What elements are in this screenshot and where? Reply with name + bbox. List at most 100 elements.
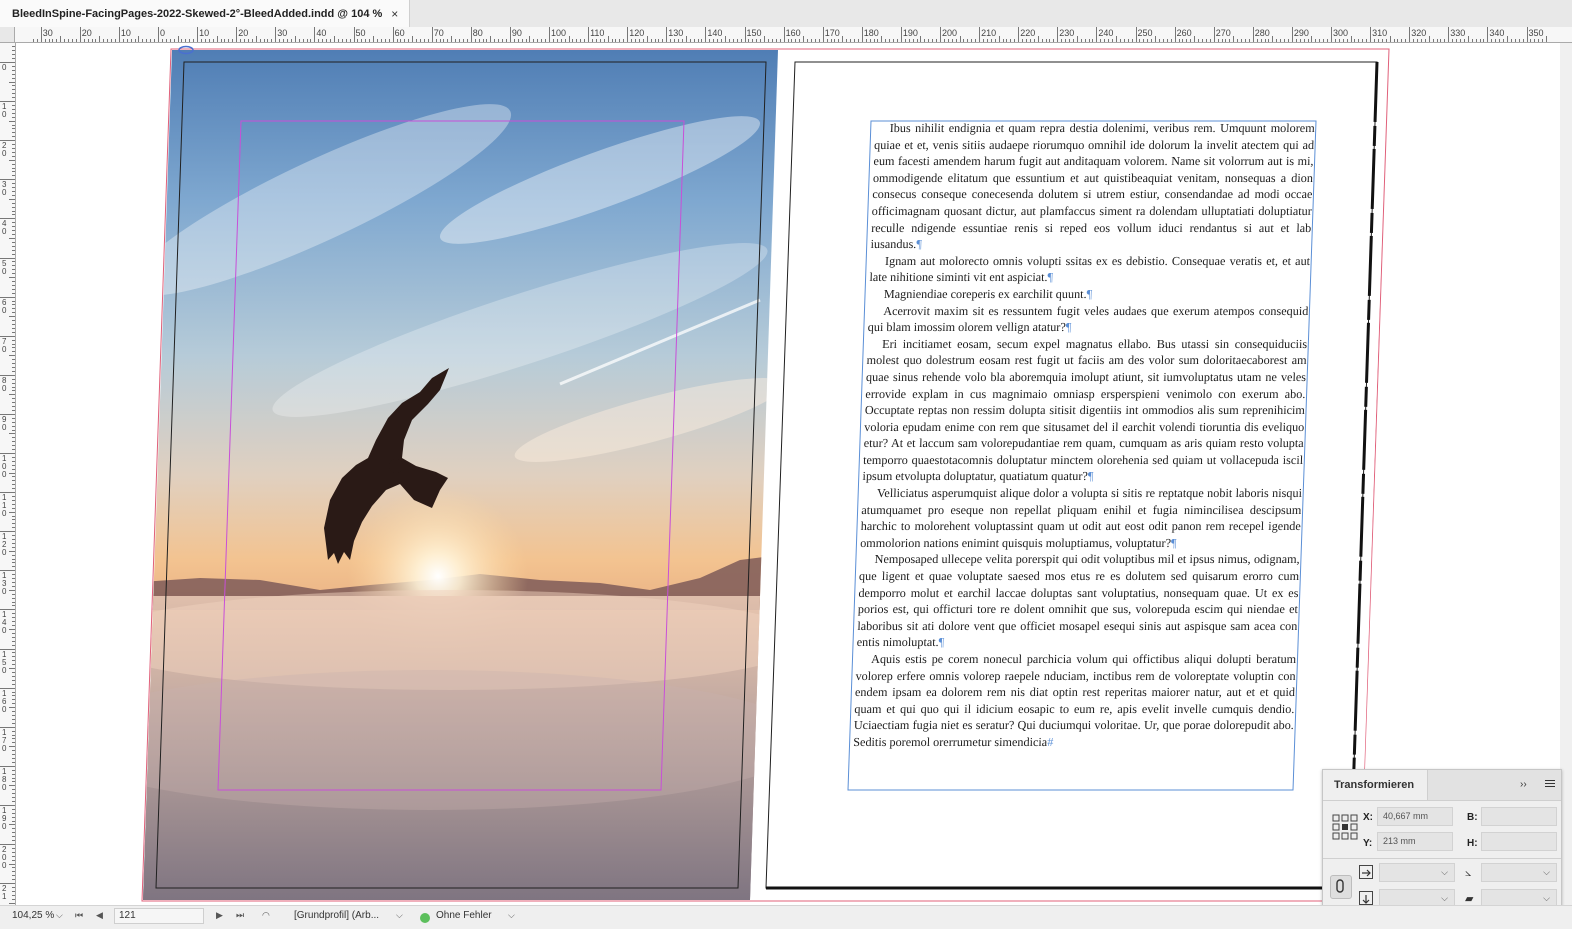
rotation-dropdown[interactable]: ⌵ xyxy=(1481,863,1557,882)
document-tab[interactable]: BleedInSpine-FacingPages-2022-Skewed-2°-… xyxy=(0,0,410,27)
ruler-tick xyxy=(717,39,719,42)
ruler-tick xyxy=(592,39,593,42)
eagle-sunset-photo[interactable] xyxy=(50,48,810,905)
constrain-proportions-icon[interactable] xyxy=(1330,875,1352,899)
ruler-tick xyxy=(1479,39,1481,42)
next-page-icon[interactable]: ▶ xyxy=(216,910,223,921)
ruler-tick xyxy=(795,39,797,42)
width-field[interactable] xyxy=(1481,807,1557,826)
ruler-tick xyxy=(896,39,898,42)
last-page-icon[interactable]: ⏭ xyxy=(236,910,244,921)
horizontal-ruler[interactable]: 30 20 10 0 10 20 30 40 50 60 70 80 90 100 110 120 130 140… xyxy=(0,27,1572,43)
scale-x-dropdown[interactable]: ⌵ xyxy=(1379,863,1455,882)
ruler-tick xyxy=(1448,27,1450,42)
paragraph-text: Velliciatus asperumquist alique dolor a … xyxy=(859,486,1303,550)
ruler-label: 220 xyxy=(1020,28,1036,38)
ruler-tick xyxy=(1542,39,1544,42)
vertical-ruler[interactable]: 0 1 0 2 0 3 0 4 0 5 0 6 0 7 0 8 0 9 0 1 0 0 1 1 0 1 … xyxy=(0,43,16,905)
panel-menu-icon[interactable] xyxy=(1545,779,1555,789)
ruler-tick xyxy=(775,39,777,42)
ruler-tick xyxy=(9,81,15,83)
ruler-tick xyxy=(12,171,15,173)
ruler-tick xyxy=(1256,39,1258,42)
ruler-origin-corner[interactable] xyxy=(0,27,15,42)
ruler-tick xyxy=(208,39,210,42)
ruler-tick xyxy=(791,39,793,42)
ruler-tick xyxy=(12,93,15,95)
x-position-field[interactable]: 40,667 mm xyxy=(1377,807,1453,826)
ruler-tick xyxy=(12,632,15,634)
collapse-panel-icon[interactable]: ›› xyxy=(1520,779,1527,790)
first-page-icon[interactable]: ⏮ xyxy=(75,910,83,921)
ruler-tick xyxy=(1166,39,1168,42)
ruler-tick xyxy=(1538,39,1540,42)
ruler-tick xyxy=(1096,27,1098,42)
ruler-tick xyxy=(12,582,15,584)
open-page-icon[interactable]: ◠ xyxy=(262,910,270,921)
ruler-tick xyxy=(12,136,15,138)
ruler-label: 280 xyxy=(1254,28,1270,38)
ruler-tick xyxy=(705,27,707,42)
ruler-tick xyxy=(1522,39,1524,42)
ruler-tick xyxy=(838,39,840,42)
ruler-tick xyxy=(314,27,316,42)
ruler-tick xyxy=(12,757,15,759)
ruler-tick xyxy=(404,39,406,42)
ruler-tick xyxy=(1405,39,1407,42)
ruler-tick xyxy=(1280,39,1282,42)
ruler-tick xyxy=(146,39,148,42)
preflight-status[interactable]: Ohne Fehler xyxy=(436,910,492,921)
body-text-frame[interactable]: Ibus nihilit endignia et quam repra dest… xyxy=(852,120,1315,782)
height-field[interactable] xyxy=(1481,832,1557,851)
preflight-profile[interactable]: [Grundprofil] (Arb... xyxy=(294,910,379,921)
ruler-tick xyxy=(232,39,234,42)
transform-panel-tab[interactable]: Transformieren xyxy=(1323,770,1428,800)
ruler-tick xyxy=(12,887,15,888)
ruler-tick xyxy=(533,39,535,42)
ruler-label: 0 xyxy=(160,28,166,38)
zoom-level[interactable]: 104,25 % xyxy=(12,910,54,921)
previous-page-icon[interactable]: ◀ xyxy=(96,910,103,921)
ruler-tick xyxy=(678,39,680,42)
width-label: B: xyxy=(1467,812,1478,823)
ruler-tick xyxy=(12,718,15,720)
status-bar: 104,25 % ⌵ ⏮ ◀ 121 ▶ ⏭ ◠ [Grundprofil] (… xyxy=(0,905,1572,929)
ruler-tick xyxy=(654,39,656,42)
ruler-tick xyxy=(853,39,855,42)
ruler-tick xyxy=(12,578,15,580)
close-icon[interactable]: × xyxy=(391,7,398,21)
ruler-tick xyxy=(9,902,15,904)
ruler-tick xyxy=(333,36,335,42)
chevron-down-icon[interactable]: ⌵ xyxy=(56,910,63,921)
ruler-tick xyxy=(728,39,730,42)
ruler-tick xyxy=(498,39,500,42)
page-number-field[interactable]: 121 xyxy=(114,908,204,924)
profile-dropdown-icon[interactable]: ⌵ xyxy=(396,910,403,921)
ruler-tick xyxy=(12,210,15,212)
ruler-tick xyxy=(873,39,875,42)
preflight-menu-icon[interactable]: ⌵ xyxy=(508,910,515,921)
ruler-tick xyxy=(517,39,519,42)
ruler-tick xyxy=(1284,39,1286,42)
ruler-tick xyxy=(998,36,1000,42)
ruler-tick xyxy=(384,39,386,42)
ruler-tick xyxy=(12,112,15,114)
ruler-tick xyxy=(615,39,617,42)
ruler-label: 20 xyxy=(81,28,92,38)
ruler-tick xyxy=(842,36,844,42)
ruler-tick xyxy=(12,288,15,290)
ruler-tick xyxy=(12,781,15,783)
ruler-tick xyxy=(9,472,15,474)
ruler-tick xyxy=(189,39,191,42)
ruler-tick xyxy=(1069,39,1071,42)
ruler-tick xyxy=(908,39,910,42)
ruler-label: 160 xyxy=(785,28,801,38)
ruler-tick xyxy=(1123,39,1125,42)
ruler-tick xyxy=(12,155,15,157)
ruler-label: 90 xyxy=(511,28,522,38)
reference-point-icon[interactable] xyxy=(1332,814,1358,840)
ruler-tick xyxy=(224,39,226,42)
shear-icon: ▰ xyxy=(1465,893,1474,905)
y-position-field[interactable]: 213 mm xyxy=(1377,832,1453,851)
paragraph-text: Nemposaped ullecepe velita porerspit qui… xyxy=(856,552,1300,650)
